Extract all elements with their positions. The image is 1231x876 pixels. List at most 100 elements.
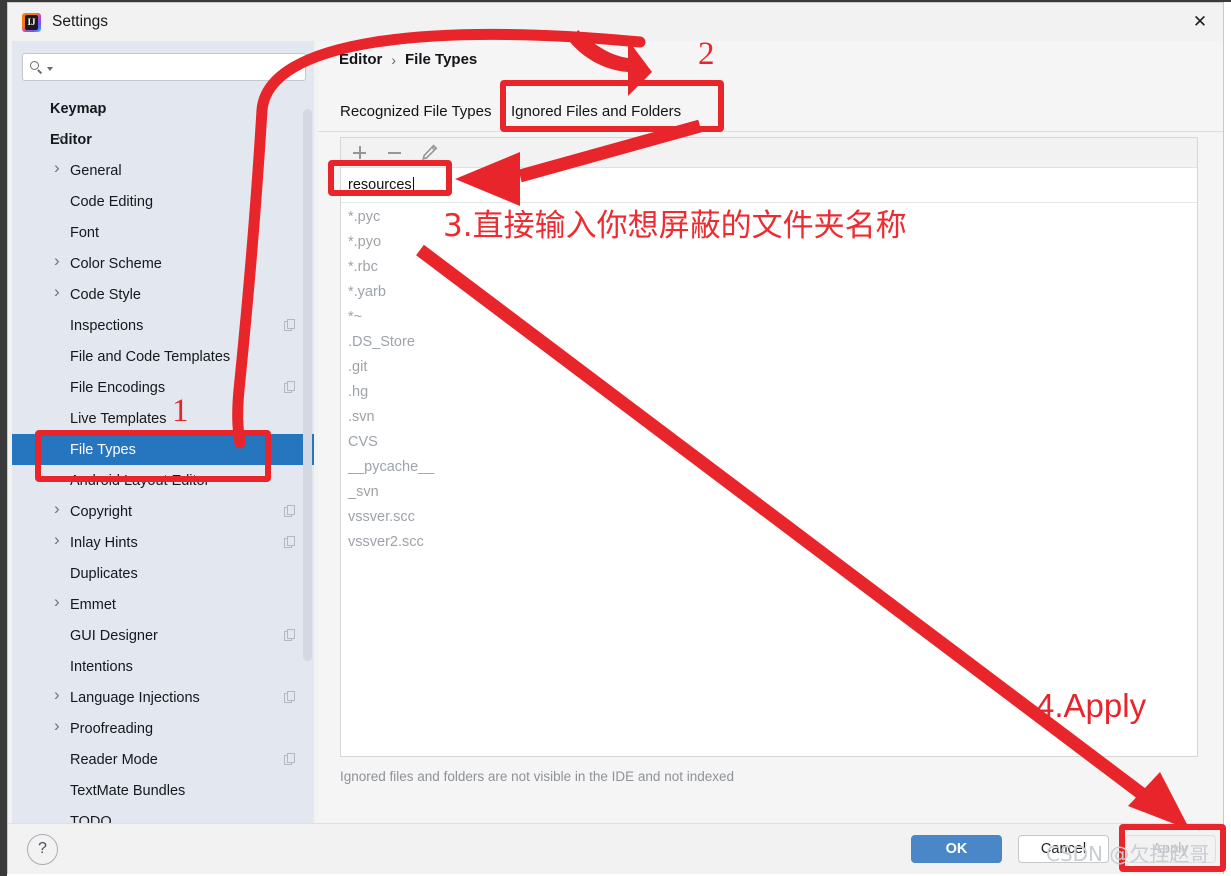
chevron-right-icon[interactable] bbox=[54, 258, 66, 270]
sidebar-item-label: File and Code Templates bbox=[70, 348, 231, 365]
search-box[interactable] bbox=[22, 53, 306, 81]
copy-settings-icon[interactable] bbox=[284, 381, 297, 394]
sidebar-item-editor[interactable]: Editor bbox=[12, 124, 314, 155]
search-input[interactable] bbox=[58, 58, 305, 76]
ignored-pattern-edit-row[interactable]: resources bbox=[341, 168, 1197, 203]
list-item[interactable]: .svn bbox=[341, 405, 1197, 430]
list-item[interactable]: *.rbc bbox=[341, 255, 1197, 280]
sidebar-item-live-templates[interactable]: Live Templates bbox=[12, 403, 314, 434]
copy-settings-icon[interactable] bbox=[284, 753, 297, 766]
list-item[interactable]: vssver.scc bbox=[341, 505, 1197, 530]
ok-button[interactable]: OK bbox=[911, 835, 1002, 863]
ignored-file-list: *.pyc *.pyo *.rbc *.yarb *~ .DS_Store .git .hg.… bbox=[341, 203, 1197, 555]
list-item[interactable]: *.yarb bbox=[341, 280, 1197, 305]
help-button[interactable]: ? bbox=[27, 834, 58, 865]
sidebar-item-color-scheme[interactable]: Color Scheme bbox=[12, 248, 314, 279]
sidebar-item-general[interactable]: General bbox=[12, 155, 314, 186]
list-item[interactable]: .DS_Store bbox=[341, 330, 1197, 355]
list-item[interactable]: *.pyc bbox=[341, 205, 1197, 230]
sidebar-item-label: Intentions bbox=[70, 658, 133, 675]
list-item[interactable]: .git bbox=[341, 355, 1197, 380]
list-item[interactable]: vssver2.scc bbox=[341, 530, 1197, 555]
sidebar-item-label: Duplicates bbox=[70, 565, 138, 582]
sidebar-item-label: Color Scheme bbox=[70, 255, 162, 272]
ignored-hint-text: Ignored files and folders are not visibl… bbox=[340, 769, 734, 784]
sidebar-item-label: Font bbox=[70, 224, 100, 241]
sidebar-item-file-and-code-templates[interactable]: File and Code Templates bbox=[12, 341, 314, 372]
sidebar-item-emmet[interactable]: Emmet bbox=[12, 589, 314, 620]
copy-settings-icon[interactable] bbox=[284, 629, 297, 642]
sidebar-item-language-injections[interactable]: Language Injections bbox=[12, 682, 314, 713]
edit-pencil-icon[interactable] bbox=[419, 142, 440, 163]
settings-sidebar: Keymap Editor General Code Editing Font Color… bbox=[12, 41, 314, 823]
sidebar-item-reader-mode[interactable]: Reader Mode bbox=[12, 744, 314, 775]
list-item[interactable]: *~ bbox=[341, 305, 1197, 330]
sidebar-item-code-style[interactable]: Code Style bbox=[12, 279, 314, 310]
sidebar-item-label: File Types bbox=[70, 441, 136, 458]
sidebar-scrollbar[interactable] bbox=[303, 109, 312, 661]
sidebar-item-label: Android Layout Editor bbox=[70, 472, 210, 489]
settings-main-panel: Editor › File Types Recognized File Type… bbox=[318, 41, 1223, 823]
copy-settings-icon[interactable] bbox=[284, 505, 297, 518]
chevron-right-icon[interactable] bbox=[54, 537, 66, 549]
sidebar-item-textmate-bundles[interactable]: TextMate Bundles bbox=[12, 775, 314, 806]
list-item[interactable]: .hg bbox=[341, 380, 1197, 405]
copy-settings-icon[interactable] bbox=[284, 691, 297, 704]
sidebar-item-label: Reader Mode bbox=[70, 751, 158, 768]
apply-button[interactable]: Apply bbox=[1125, 835, 1216, 863]
add-icon[interactable] bbox=[349, 142, 370, 163]
chevron-right-icon[interactable] bbox=[54, 723, 66, 735]
list-item[interactable]: *.pyo bbox=[341, 230, 1197, 255]
sidebar-item-label: TextMate Bundles bbox=[70, 782, 186, 799]
breadcrumb-separator-icon: › bbox=[391, 51, 397, 68]
list-item[interactable]: CVS bbox=[341, 430, 1197, 455]
dialog-footer: ? OK Cancel Apply bbox=[8, 823, 1223, 874]
sidebar-item-todo[interactable]: TODO bbox=[12, 806, 314, 824]
sidebar-item-keymap[interactable]: Keymap bbox=[12, 93, 314, 124]
ignored-pattern-value: resources bbox=[348, 177, 412, 193]
sidebar-item-label: GUI Designer bbox=[70, 627, 158, 644]
tab-ignored-files-and-folders[interactable]: Ignored Files and Folders bbox=[511, 91, 682, 131]
chevron-right-icon[interactable] bbox=[54, 289, 66, 301]
chevron-right-icon[interactable] bbox=[54, 506, 66, 518]
breadcrumb: Editor › File Types bbox=[339, 51, 477, 68]
sidebar-item-copyright[interactable]: Copyright bbox=[12, 496, 314, 527]
chevron-right-icon[interactable] bbox=[54, 165, 66, 177]
remove-icon[interactable] bbox=[384, 142, 405, 163]
list-item[interactable]: __pycache__ bbox=[341, 455, 1197, 480]
sidebar-item-file-types[interactable]: File Types bbox=[12, 434, 314, 465]
chevron-down-icon[interactable] bbox=[47, 66, 53, 71]
sidebar-item-inspections[interactable]: Inspections bbox=[12, 310, 314, 341]
cancel-button[interactable]: Cancel bbox=[1018, 835, 1109, 863]
chevron-right-icon[interactable] bbox=[54, 692, 66, 704]
chevron-down-icon[interactable] bbox=[54, 134, 66, 146]
sidebar-item-label: Keymap bbox=[50, 100, 107, 117]
tab-recognized-file-types[interactable]: Recognized File Types bbox=[340, 91, 491, 131]
close-icon[interactable]: ✕ bbox=[1177, 3, 1223, 41]
sidebar-item-font[interactable]: Font bbox=[12, 217, 314, 248]
intellij-icon: IJ bbox=[22, 12, 41, 32]
sidebar-item-android-layout-editor[interactable]: Android Layout Editor bbox=[12, 465, 314, 496]
ignored-pattern-input[interactable]: resources bbox=[348, 176, 415, 194]
sidebar-item-intentions[interactable]: Intentions bbox=[12, 651, 314, 682]
tab-bar: Recognized File Types Ignored Files and … bbox=[318, 91, 1223, 132]
window-shadow-left bbox=[0, 0, 7, 876]
settings-dialog: IJ Settings ✕ Keymap Editor General Code Ed… bbox=[7, 2, 1224, 874]
sidebar-item-label: Language Injections bbox=[70, 689, 200, 706]
sidebar-item-file-encodings[interactable]: File Encodings bbox=[12, 372, 314, 403]
chevron-right-icon[interactable] bbox=[54, 599, 66, 611]
sidebar-item-inlay-hints[interactable]: Inlay Hints bbox=[12, 527, 314, 558]
sidebar-item-code-editing[interactable]: Code Editing bbox=[12, 186, 314, 217]
sidebar-item-gui-designer[interactable]: GUI Designer bbox=[12, 620, 314, 651]
title-bar: IJ Settings ✕ bbox=[8, 3, 1223, 41]
breadcrumb-parent[interactable]: Editor bbox=[339, 51, 382, 68]
sidebar-item-label: TODO bbox=[70, 813, 112, 824]
copy-settings-icon[interactable] bbox=[284, 536, 297, 549]
list-item[interactable]: _svn bbox=[341, 480, 1197, 505]
sidebar-item-duplicates[interactable]: Duplicates bbox=[12, 558, 314, 589]
sidebar-item-label: Live Templates bbox=[70, 410, 167, 427]
sidebar-item-label: Code Editing bbox=[70, 193, 154, 210]
search-icon bbox=[30, 60, 45, 75]
sidebar-item-proofreading[interactable]: Proofreading bbox=[12, 713, 314, 744]
copy-settings-icon[interactable] bbox=[284, 319, 297, 332]
